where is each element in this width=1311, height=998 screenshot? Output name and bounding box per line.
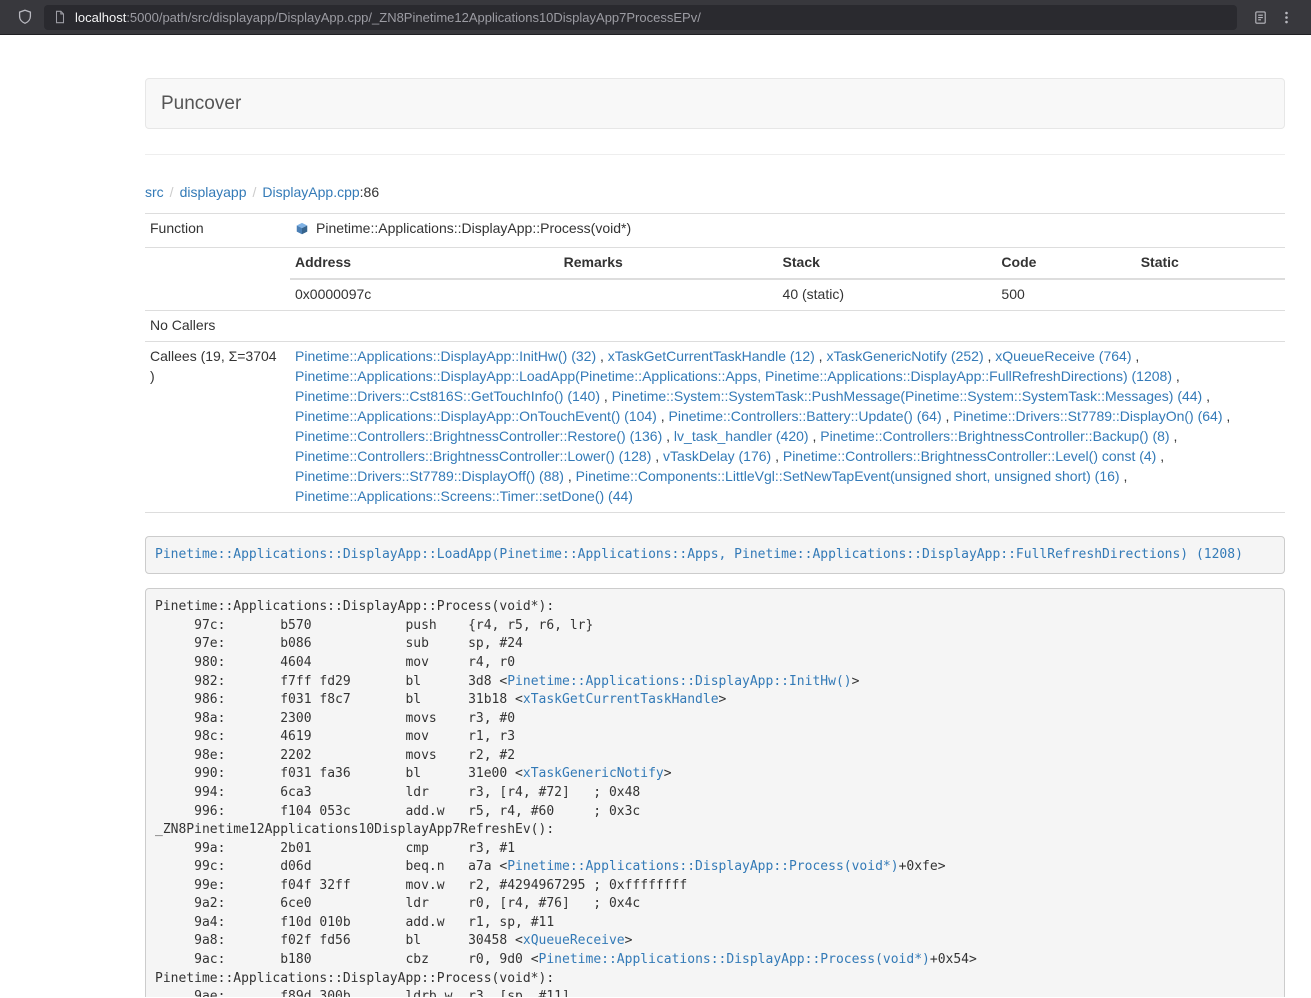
symbol-link[interactable]: Pinetime::Applications::DisplayApp::Proc…: [539, 952, 930, 967]
breadcrumb-link[interactable]: src: [145, 184, 164, 200]
callee-link[interactable]: Pinetime::Applications::DisplayApp::OnTo…: [295, 408, 657, 424]
disassembly-line: 990: f031 fa36 bl 31e00 <xTaskGenericNot…: [155, 765, 1275, 784]
callee-link[interactable]: Pinetime::Applications::DisplayApp::Load…: [295, 368, 1172, 384]
callee-link[interactable]: Pinetime::Controllers::BrightnessControl…: [295, 448, 651, 464]
stats-value-row: 0x0000097c 40 (static)500: [290, 279, 1285, 310]
disassembly: Pinetime::Applications::DisplayApp::Proc…: [145, 588, 1285, 997]
callee-link[interactable]: Pinetime::Drivers::Cst816S::GetTouchInfo…: [295, 388, 600, 404]
divider: [145, 154, 1285, 155]
disassembly-line: Pinetime::Applications::DisplayApp::Proc…: [155, 970, 1275, 989]
disassembly-line: 98e: 2202 movs r2, #2: [155, 747, 1275, 766]
stat-column-header: Static: [1136, 248, 1285, 279]
url-text: localhost:5000/path/src/displayapp/Displ…: [75, 10, 701, 25]
stat-value: 500: [996, 279, 1135, 310]
stat-column-header: Stack: [778, 248, 997, 279]
callee-link[interactable]: Pinetime::Controllers::BrightnessControl…: [783, 448, 1156, 464]
highlighted-symbol-link[interactable]: Pinetime::Applications::DisplayApp::Load…: [155, 547, 1243, 562]
disassembly-line: 97c: b570 push {r4, r5, r6, lr}: [155, 617, 1275, 636]
breadcrumb-item: DisplayApp.cpp:86: [247, 184, 380, 200]
stat-column-header: Code: [996, 248, 1135, 279]
disassembly-line: 99a: 2b01 cmp r3, #1: [155, 840, 1275, 859]
shield-icon[interactable]: [12, 4, 38, 30]
disassembly-line: 99c: d06d beq.n a7a <Pinetime::Applicati…: [155, 858, 1275, 877]
disassembly-line: 986: f031 f8c7 bl 31b18 <xTaskGetCurrent…: [155, 691, 1275, 710]
symbol-link[interactable]: Pinetime::Applications::DisplayApp::Init…: [507, 674, 851, 689]
page: Puncover srcdisplayappDisplayApp.cpp:86 …: [0, 35, 1311, 997]
disassembly-line: 994: 6ca3 ldr r3, [r4, #72] ; 0x48: [155, 784, 1275, 803]
stat-value: [559, 279, 778, 310]
callee-link[interactable]: vTaskDelay (176): [663, 448, 771, 464]
callee-link[interactable]: Pinetime::System::SystemTask::PushMessag…: [612, 388, 1203, 404]
menu-icon[interactable]: [1273, 4, 1299, 30]
function-table: Function Pinetime::Applications::Display…: [145, 213, 1285, 513]
disassembly-line: 98c: 4619 mov r1, r3: [155, 728, 1275, 747]
symbol-link[interactable]: xQueueReceive: [523, 933, 625, 948]
disassembly-line: 9a8: f02f fd56 bl 30458 <xQueueReceive>: [155, 932, 1275, 951]
callees-row: Callees (19, Σ=3704 ) Pinetime::Applicat…: [145, 341, 1285, 512]
callee-link[interactable]: xQueueReceive (764): [995, 348, 1131, 364]
highlighted-line: Pinetime::Applications::DisplayApp::Load…: [145, 536, 1285, 575]
disassembly-line: _ZN8Pinetime12Applications10DisplayApp7R…: [155, 821, 1275, 840]
url-host: localhost: [75, 10, 126, 25]
stat-column-header: Address: [290, 248, 559, 279]
callee-link[interactable]: Pinetime::Applications::Screens::Timer::…: [295, 488, 633, 504]
stats-header-row: AddressRemarksStackCodeStatic: [290, 248, 1285, 279]
disassembly-line: 980: 4604 mov r4, r0: [155, 654, 1275, 673]
symbol-link[interactable]: Pinetime::Applications::DisplayApp::Proc…: [507, 859, 898, 874]
callers-row: No Callers: [145, 310, 1285, 341]
stat-value: [1136, 279, 1285, 310]
stats-row: AddressRemarksStackCodeStatic 0x0000097c…: [145, 247, 1285, 310]
stat-value: 0x0000097c: [290, 279, 559, 310]
callee-link[interactable]: xTaskGenericNotify (252): [826, 348, 983, 364]
page-icon: [53, 10, 67, 24]
breadcrumb-item: displayapp: [164, 184, 247, 200]
stat-value: 40 (static): [778, 279, 997, 310]
content-container: Puncover srcdisplayappDisplayApp.cpp:86 …: [145, 35, 1285, 997]
disassembly-line: 982: f7ff fd29 bl 3d8 <Pinetime::Applica…: [155, 673, 1275, 692]
callee-link[interactable]: Pinetime::Drivers::St7789::DisplayOff() …: [295, 468, 564, 484]
breadcrumb-link[interactable]: displayapp: [180, 184, 247, 200]
disassembly-line: Pinetime::Applications::DisplayApp::Proc…: [155, 598, 1275, 617]
callees-label: Callees (19, Σ=3704 ): [145, 341, 290, 512]
navbar: Puncover: [145, 78, 1285, 129]
callee-link[interactable]: lv_task_handler (420): [674, 428, 809, 444]
function-name: Pinetime::Applications::DisplayApp::Proc…: [316, 219, 631, 239]
disassembly-line: 97e: b086 sub sp, #24: [155, 635, 1275, 654]
function-title: Pinetime::Applications::DisplayApp::Proc…: [295, 219, 631, 239]
callee-link[interactable]: Pinetime::Controllers::BrightnessControl…: [820, 428, 1169, 444]
disassembly-line: 9a4: f10d 010b add.w r1, sp, #11: [155, 914, 1275, 933]
symbol-link[interactable]: xTaskGenericNotify: [523, 766, 664, 781]
disassembly-line: 98a: 2300 movs r3, #0: [155, 710, 1275, 729]
disassembly-line: 9a2: 6ce0 ldr r0, [r4, #76] ; 0x4c: [155, 895, 1275, 914]
callee-link[interactable]: xTaskGetCurrentTaskHandle (12): [608, 348, 815, 364]
url-bar[interactable]: localhost:5000/path/src/displayapp/Displ…: [44, 5, 1237, 30]
callees-list: Pinetime::Applications::DisplayApp::Init…: [290, 341, 1285, 512]
disassembly-line: 996: f104 053c add.w r5, r4, #60 ; 0x3c: [155, 803, 1275, 822]
callee-link[interactable]: Pinetime::Drivers::St7789::DisplayOn() (…: [953, 408, 1222, 424]
url-rest: :5000/path/src/displayapp/DisplayApp.cpp…: [126, 10, 701, 25]
breadcrumb-line-number: :86: [360, 184, 379, 200]
callee-link[interactable]: Pinetime::Controllers::BrightnessControl…: [295, 428, 662, 444]
stats-table: AddressRemarksStackCodeStatic 0x0000097c…: [290, 248, 1285, 310]
breadcrumb-item: src: [145, 184, 164, 200]
callee-link[interactable]: Pinetime::Applications::DisplayApp::Init…: [295, 348, 596, 364]
disassembly-line: 99e: f04f 32ff mov.w r2, #4294967295 ; 0…: [155, 877, 1275, 896]
disassembly-line: 9ae: f89d 300b ldrb.w r3, [sp, #11]: [155, 988, 1275, 997]
breadcrumb: srcdisplayappDisplayApp.cpp:86: [145, 182, 1285, 202]
function-row: Function Pinetime::Applications::Display…: [145, 214, 1285, 248]
symbol-link[interactable]: xTaskGetCurrentTaskHandle: [523, 692, 719, 707]
disassembly-line: 9ac: b180 cbz r0, 9d0 <Pinetime::Applica…: [155, 951, 1275, 970]
callers-label: No Callers: [145, 310, 290, 341]
breadcrumb-link[interactable]: DisplayApp.cpp: [262, 184, 359, 200]
browser-chrome: localhost:5000/path/src/displayapp/Displ…: [0, 0, 1311, 35]
callee-link[interactable]: Pinetime::Controllers::Battery::Update()…: [669, 408, 942, 424]
stat-column-header: Remarks: [559, 248, 778, 279]
symbol-cube-icon: [295, 222, 309, 236]
brand-link[interactable]: Puncover: [146, 93, 256, 115]
reader-mode-icon[interactable]: [1247, 4, 1273, 30]
callee-link[interactable]: Pinetime::Components::LittleVgl::SetNewT…: [576, 468, 1120, 484]
function-label: Function: [145, 214, 290, 248]
